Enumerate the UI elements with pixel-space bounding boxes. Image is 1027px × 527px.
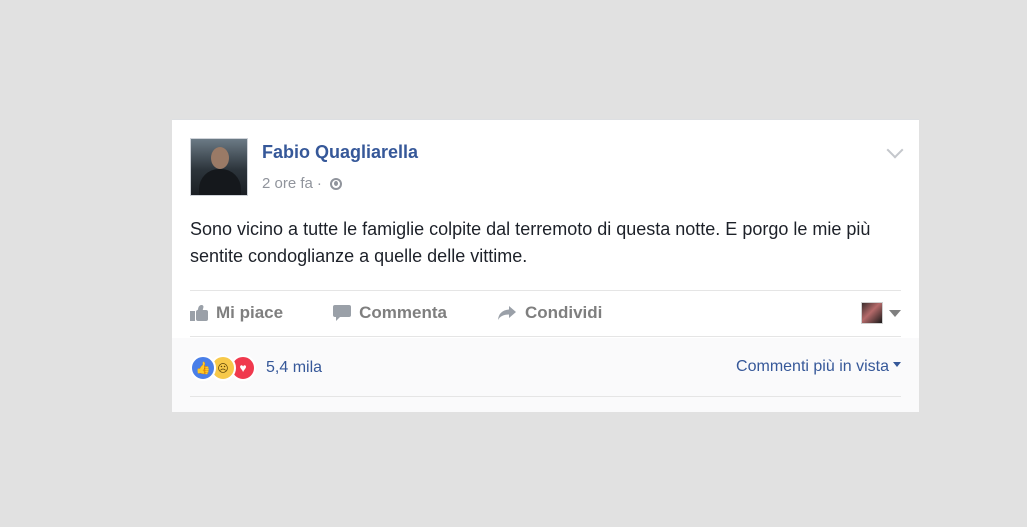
- share-button-label: Condividi: [524, 303, 603, 322]
- thumbs-up-icon: [190, 305, 208, 321]
- avatar-head: [211, 147, 229, 169]
- post-text: Sono vicino a tutte le famiglie colpite …: [190, 219, 871, 266]
- actions-top-divider: [190, 290, 901, 291]
- globe-icon[interactable]: [329, 177, 342, 190]
- comments-sort-label: Commenti più in vista: [736, 358, 889, 375]
- avatar-body: [199, 169, 241, 195]
- comment-button[interactable]: Commenta: [333, 303, 447, 323]
- post-actions-bar: Mi piace Commenta Condividi: [190, 300, 901, 326]
- post-timestamp[interactable]: 2 ore fa: [262, 175, 313, 192]
- comments-sort-dropdown[interactable]: Commenti più in vista: [736, 358, 901, 376]
- actions-bottom-divider: [190, 336, 901, 337]
- comment-button-label: Commenta: [359, 303, 447, 322]
- author-avatar[interactable]: [190, 138, 248, 196]
- like-icon: 👍: [190, 355, 216, 381]
- meta-separator: ·: [316, 175, 322, 192]
- caret-down-icon: [893, 361, 901, 367]
- chevron-down-icon[interactable]: [886, 141, 904, 159]
- post-meta: 2 ore fa ·: [262, 175, 342, 192]
- page-avatar: [861, 302, 883, 324]
- reaction-summary[interactable]: 👍 ☹ ♥ 5,4 mila: [190, 355, 322, 381]
- caret-down-icon: [889, 309, 901, 317]
- like-button[interactable]: Mi piace: [190, 303, 283, 323]
- share-button[interactable]: Condividi: [497, 303, 602, 323]
- share-arrow-icon: [497, 305, 517, 321]
- author-name[interactable]: Fabio Quagliarella: [262, 142, 418, 163]
- reaction-count[interactable]: 5,4 mila: [266, 359, 322, 377]
- like-button-label: Mi piace: [216, 303, 284, 322]
- post-as-selector[interactable]: [861, 302, 901, 324]
- comments-divider: [190, 396, 901, 397]
- post-card: Fabio Quagliarella 2 ore fa · Sono vicin…: [172, 119, 919, 412]
- comment-bubble-icon: [333, 305, 352, 321]
